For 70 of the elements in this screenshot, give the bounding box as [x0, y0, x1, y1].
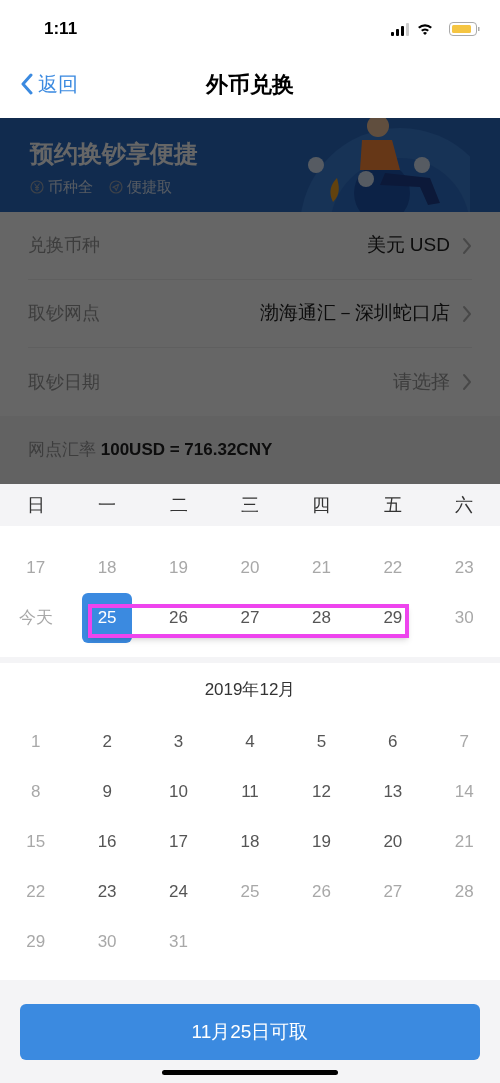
- calendar-day[interactable]: 16: [82, 817, 133, 867]
- confirm-button[interactable]: 11月25日可取: [20, 1004, 480, 1060]
- wifi-icon: [417, 23, 433, 35]
- calendar-day: 8: [10, 767, 61, 817]
- calendar-day[interactable]: 2: [82, 717, 133, 767]
- yen-icon: [30, 180, 44, 195]
- calendar-day[interactable]: 9: [82, 767, 133, 817]
- calendar-day[interactable]: 17: [153, 817, 204, 867]
- calendar-day: 7: [439, 717, 490, 767]
- weekday-label: 四: [311, 493, 332, 517]
- calendar-day[interactable]: 3: [153, 717, 204, 767]
- calendar-day[interactable]: 10: [153, 767, 204, 817]
- chevron-right-icon: [462, 304, 472, 323]
- calendar-day: 14: [439, 767, 490, 817]
- calendar-day: 1: [10, 717, 61, 767]
- calendar-day: 18: [82, 543, 133, 593]
- calendar-day: 21: [439, 817, 490, 867]
- battery-icon: [449, 22, 480, 36]
- calendar-day: 23: [439, 543, 490, 593]
- calendar-day: 27: [367, 867, 418, 917]
- chevron-left-icon: [20, 73, 34, 95]
- calendar-day[interactable]: 11: [225, 767, 275, 817]
- calendar-day: 22: [367, 543, 418, 593]
- page-title: 外币兑换: [206, 70, 294, 99]
- calendar-day[interactable]: 27: [225, 593, 275, 643]
- calendar-day[interactable]: 12: [296, 767, 347, 817]
- calendar-day[interactable]: 6: [367, 717, 418, 767]
- calendar-day[interactable]: 5: [296, 717, 347, 767]
- send-icon: [109, 180, 123, 195]
- weekday-label: 五: [382, 493, 403, 517]
- chevron-right-icon: [462, 373, 472, 391]
- calendar-day[interactable]: 23: [82, 867, 133, 917]
- calendar-day[interactable]: 4: [225, 717, 275, 767]
- weekday-label: 日: [25, 493, 46, 517]
- calendar-day[interactable]: 13: [367, 767, 418, 817]
- back-button[interactable]: 返回: [20, 69, 78, 99]
- calendar-day: 20: [225, 543, 275, 593]
- calendar-day[interactable]: 19: [296, 817, 347, 867]
- calendar-day: 30: [82, 917, 133, 967]
- form-value: 渤海通汇－深圳蛇口店: [260, 301, 450, 326]
- signal-icon: [391, 22, 409, 36]
- calendar-day[interactable]: 20: [367, 817, 418, 867]
- month-title: 2019年12月: [204, 679, 296, 702]
- calendar-day: 今天: [10, 593, 61, 643]
- banner-title: 预约换钞享便捷: [30, 139, 199, 169]
- weekday-label: 二: [168, 493, 189, 517]
- banner-tag: 币种全: [48, 176, 93, 199]
- form-value: 美元 USD: [366, 233, 450, 258]
- calendar-day[interactable]: 24: [153, 867, 204, 917]
- calendar-day[interactable]: 29: [367, 593, 418, 643]
- calendar-day: 30: [439, 593, 490, 643]
- calendar-day: 22: [10, 867, 61, 917]
- calendar-day: 25: [225, 867, 275, 917]
- banner-tag: 便捷取: [127, 176, 172, 199]
- weekday-label: 六: [454, 493, 475, 517]
- status-time: 1:11: [44, 18, 78, 41]
- calendar-day[interactable]: 28: [296, 593, 347, 643]
- calendar-day[interactable]: 26: [153, 593, 204, 643]
- calendar-day: 28: [439, 867, 490, 917]
- calendar-day: 19: [153, 543, 204, 593]
- calendar-day: 29: [10, 917, 61, 967]
- weekday-label: 一: [97, 493, 118, 517]
- calendar-day: 17: [10, 543, 61, 593]
- calendar-day: 26: [296, 867, 347, 917]
- calendar-day[interactable]: 18: [225, 817, 275, 867]
- calendar-day: 21: [296, 543, 347, 593]
- chevron-right-icon: [462, 236, 472, 255]
- weekday-label: 三: [240, 493, 260, 517]
- calendar-day: 31: [153, 917, 204, 967]
- calendar-day: 15: [10, 817, 61, 867]
